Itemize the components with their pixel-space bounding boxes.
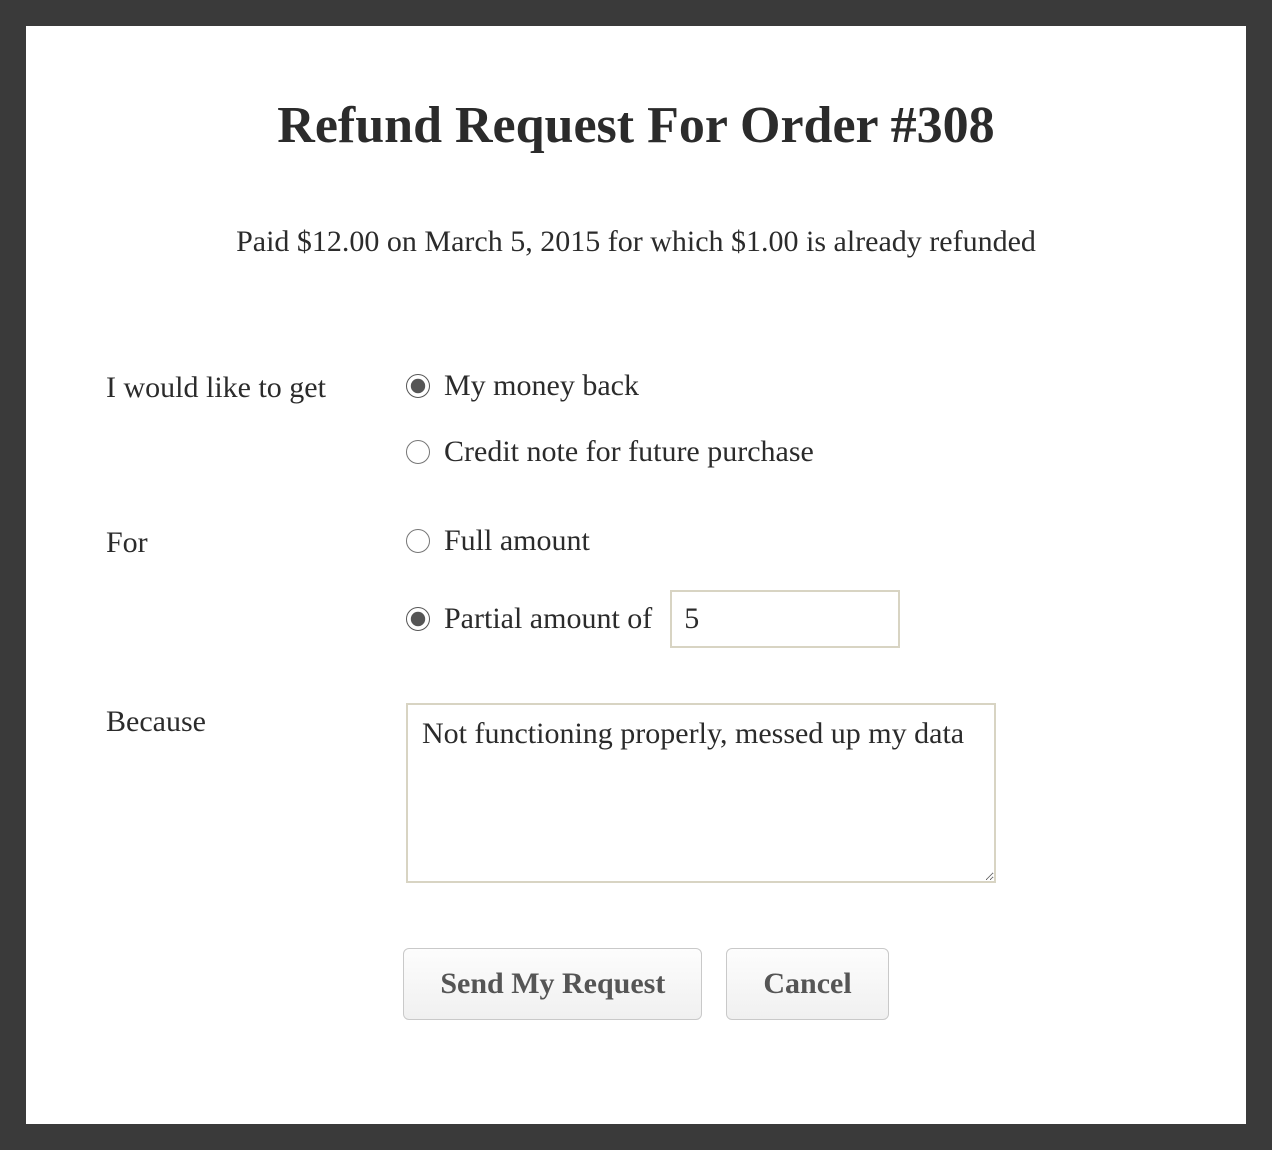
label-because: Because — [106, 703, 406, 739]
label-for: For — [106, 524, 406, 560]
radio-partial-amount[interactable] — [406, 607, 430, 631]
refund-request-modal: Refund Request For Order #308 Paid $12.0… — [26, 26, 1246, 1124]
radio-group-get: My money back Credit note for future pur… — [406, 369, 1186, 469]
radio-item-full: Full amount — [406, 524, 1186, 558]
form-row-for: For Full amount Partial amount of — [106, 524, 1186, 648]
refund-form: I would like to get My money back Credit… — [86, 369, 1186, 1020]
radio-label-credit-note[interactable]: Credit note for future purchase — [444, 435, 814, 469]
radio-item-credit-note: Credit note for future purchase — [406, 435, 1186, 469]
modal-subtitle: Paid $12.00 on March 5, 2015 for which $… — [86, 225, 1186, 259]
send-request-button[interactable]: Send My Request — [403, 948, 702, 1020]
cancel-button[interactable]: Cancel — [726, 948, 888, 1020]
radio-full-amount[interactable] — [406, 529, 430, 553]
radio-item-partial: Partial amount of — [406, 590, 1186, 648]
form-row-because: Because — [106, 703, 1186, 888]
form-row-get: I would like to get My money back Credit… — [106, 369, 1186, 469]
radio-label-full-amount[interactable]: Full amount — [444, 524, 590, 558]
button-row: Send My Request Cancel — [106, 948, 1186, 1020]
radio-group-for: Full amount Partial amount of — [406, 524, 1186, 648]
modal-title: Refund Request For Order #308 — [86, 96, 1186, 155]
because-control — [406, 703, 1186, 888]
partial-amount-input[interactable] — [670, 590, 900, 648]
radio-item-money-back: My money back — [406, 369, 1186, 403]
radio-credit-note[interactable] — [406, 440, 430, 464]
radio-label-partial-amount[interactable]: Partial amount of — [444, 602, 652, 636]
reason-textarea[interactable] — [406, 703, 996, 883]
label-get: I would like to get — [106, 369, 406, 405]
radio-money-back[interactable] — [406, 374, 430, 398]
radio-label-money-back[interactable]: My money back — [444, 369, 639, 403]
